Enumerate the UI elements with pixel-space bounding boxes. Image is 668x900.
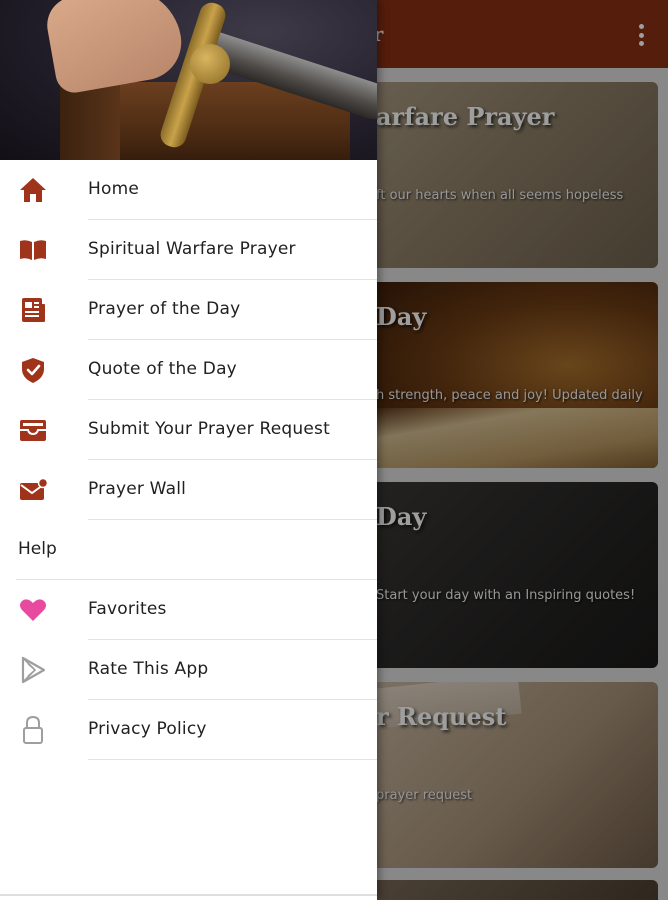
drawer-item-spiritual-warfare-prayer[interactable]: Spiritual Warfare Prayer [0, 220, 377, 280]
newspaper-icon [18, 296, 48, 324]
drawer-item-prayer-of-the-day[interactable]: Prayer of the Day [0, 280, 377, 340]
play-store-icon [18, 656, 48, 684]
home-icon [18, 176, 48, 204]
mail-notification-icon [18, 476, 48, 504]
bottom-divider [0, 894, 377, 896]
sword-pommel [190, 44, 230, 84]
drawer-item-label: Home [88, 179, 140, 199]
drawer-item-privacy-policy[interactable]: Privacy Policy [0, 700, 377, 760]
drawer-item-favorites[interactable]: Favorites [0, 580, 377, 640]
lock-icon [18, 715, 48, 744]
heart-icon [18, 596, 48, 624]
shield-check-icon [18, 356, 48, 384]
divider [88, 759, 377, 760]
drawer-item-label: Quote of the Day [88, 359, 237, 379]
open-book-icon [18, 236, 48, 264]
drawer-item-label: Favorites [88, 599, 167, 619]
drawer-item-label: Submit Your Prayer Request [88, 419, 330, 439]
drawer-item-label: Rate This App [88, 659, 209, 679]
section-label: Help [18, 539, 57, 559]
drawer-item-label: Spiritual Warfare Prayer [88, 239, 296, 259]
section-header-help: Help [0, 520, 377, 580]
drawer-item-submit-prayer-request[interactable]: Submit Your Prayer Request [0, 400, 377, 460]
drawer-item-label: Prayer of the Day [88, 299, 241, 319]
bible-spine [60, 82, 120, 160]
drawer-item-home[interactable]: Home [0, 160, 377, 220]
navigation-drawer: Home Spiritual Warfare Prayer Prayer of … [0, 0, 377, 900]
inbox-tray-icon [18, 416, 48, 444]
drawer-item-label: Prayer Wall [88, 479, 187, 499]
drawer-item-quote-of-the-day[interactable]: Quote of the Day [0, 340, 377, 400]
drawer-item-prayer-wall[interactable]: Prayer Wall [0, 460, 377, 520]
drawer-item-rate-this-app[interactable]: Rate This App [0, 640, 377, 700]
drawer-item-label: Privacy Policy [88, 719, 207, 739]
drawer-menu: Home Spiritual Warfare Prayer Prayer of … [0, 160, 377, 760]
drawer-header-image [0, 0, 377, 160]
